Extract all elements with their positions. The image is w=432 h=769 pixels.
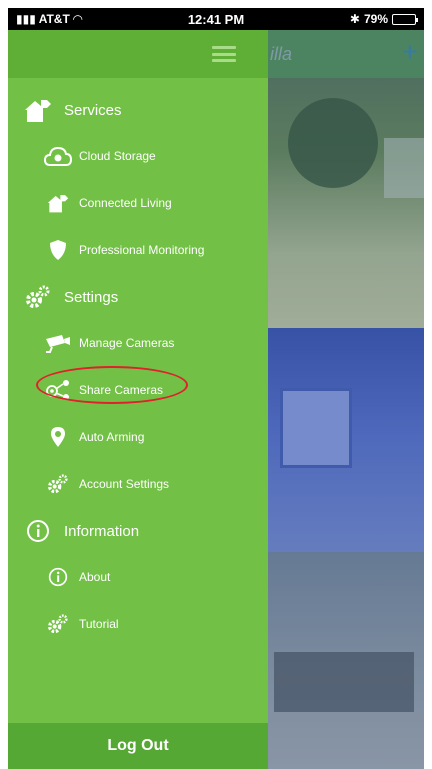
- section-label: Services: [64, 101, 122, 119]
- menu-item-label: Tutorial: [79, 617, 119, 631]
- menu-item-label: Professional Monitoring: [79, 243, 205, 257]
- drawer-header: [8, 30, 268, 78]
- shield-icon: [44, 236, 72, 264]
- gears-icon: [44, 610, 72, 638]
- security-camera-icon: [44, 329, 72, 357]
- house-plug-icon: [44, 189, 72, 217]
- menu-item-about[interactable]: About: [8, 557, 268, 597]
- location-pin-icon: [44, 423, 72, 451]
- section-settings: Settings: [8, 277, 268, 317]
- hamburger-menu-icon[interactable]: [212, 46, 236, 62]
- menu-item-manage-cameras[interactable]: Manage Cameras: [8, 323, 268, 363]
- menu-item-label: Manage Cameras: [79, 336, 175, 350]
- info-icon: [44, 563, 72, 591]
- background-overlay[interactable]: [268, 30, 424, 769]
- menu-item-professional-monitoring[interactable]: Professional Monitoring: [8, 230, 268, 270]
- menu-item-label: Cloud Storage: [79, 149, 156, 163]
- menu-item-label: Connected Living: [79, 196, 172, 210]
- section-information: Information: [8, 511, 268, 551]
- menu-item-label: About: [79, 570, 111, 584]
- menu-item-auto-arming[interactable]: Auto Arming: [8, 417, 268, 457]
- cloud-camera-icon: [44, 142, 72, 170]
- logout-button[interactable]: Log Out: [8, 723, 268, 769]
- info-icon: [22, 515, 54, 547]
- menu-item-account-settings[interactable]: Account Settings: [8, 464, 268, 504]
- section-label: Settings: [64, 288, 119, 306]
- section-label: Information: [64, 522, 140, 540]
- battery-percent: 79%: [363, 12, 388, 26]
- menu-item-cloud-storage[interactable]: Cloud Storage: [8, 136, 268, 176]
- section-services: Services: [8, 90, 268, 130]
- battery-icon: [392, 13, 418, 25]
- menu-item-label: Account Settings: [79, 477, 170, 491]
- menu-item-connected-living[interactable]: Connected Living: [8, 183, 268, 223]
- house-plug-icon: [22, 94, 54, 126]
- gears-icon: [44, 470, 72, 498]
- background-camera-app: illa +: [268, 30, 424, 769]
- status-bar: ▮▮▮ AT&T ◠ 12:41 PM ✱ 79%: [8, 8, 424, 30]
- menu-item-tutorial[interactable]: Tutorial: [8, 604, 268, 644]
- highlight-annotation: [36, 366, 188, 404]
- menu-item-label: Auto Arming: [79, 430, 145, 444]
- bluetooth-icon: ✱: [349, 12, 360, 26]
- battery-status: ✱ 79%: [349, 12, 418, 26]
- phone-screen: ▮▮▮ AT&T ◠ 12:41 PM ✱ 79% illa + Service…: [8, 8, 424, 769]
- gears-icon: [22, 281, 54, 313]
